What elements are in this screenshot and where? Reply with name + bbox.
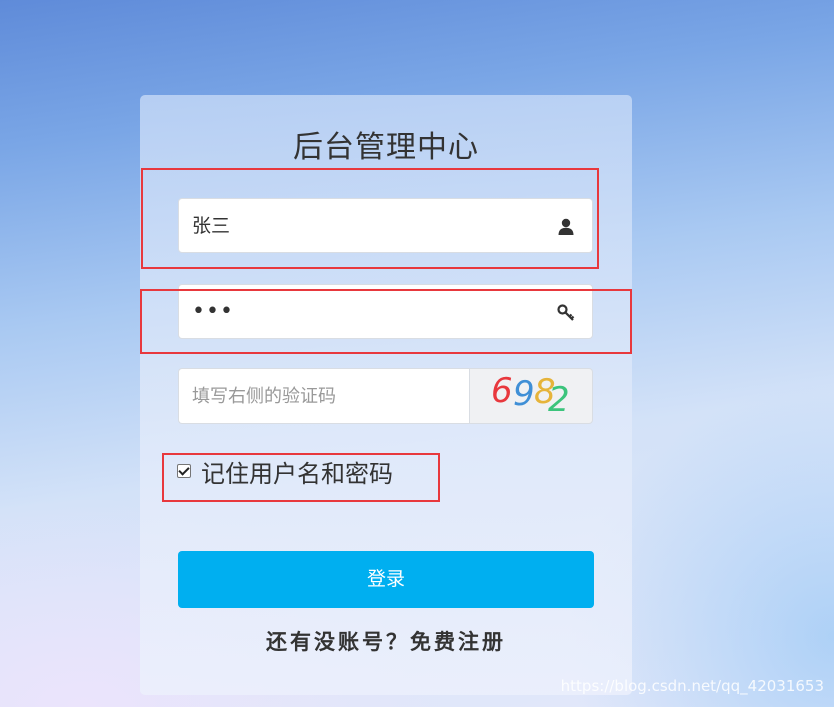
captcha-image[interactable]: 6 9 8 2 <box>469 368 593 424</box>
login-button[interactable]: 登录 <box>178 551 594 608</box>
captcha-digit: 9 <box>513 374 535 414</box>
captcha-input[interactable]: 填写右侧的验证码 <box>178 368 469 424</box>
register-link[interactable]: 还有没账号？免费注册 <box>0 626 772 656</box>
page-title: 后台管理中心 <box>293 130 479 165</box>
captcha-placeholder: 填写右侧的验证码 <box>192 386 336 407</box>
watermark: https://blog.csdn.net/qq_42031653 <box>560 677 824 695</box>
annotation-box-remember <box>162 453 440 502</box>
captcha-digit: 6 <box>491 371 513 411</box>
annotation-box-username <box>141 168 599 269</box>
captcha-digit: 2 <box>548 380 570 420</box>
annotation-box-password <box>140 289 632 354</box>
